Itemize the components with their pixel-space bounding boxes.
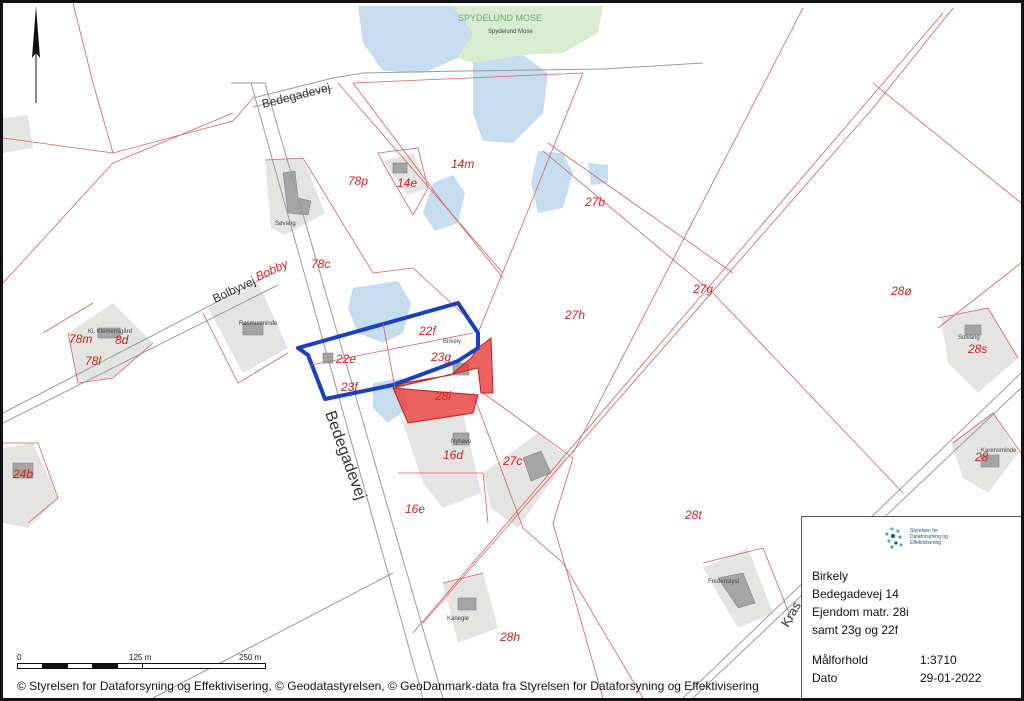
parcel-label: 78c: [311, 257, 330, 271]
agency-logo-icon: [885, 527, 903, 549]
north-arrow-icon: [32, 6, 40, 103]
place-label: Birkely: [443, 339, 461, 345]
scale-label-0: 0: [17, 653, 22, 662]
parcel-label: 28ø: [890, 284, 912, 298]
place-label: Søvang: [275, 221, 296, 227]
parcel-label: 28i: [434, 389, 451, 403]
scale-segment-5: [117, 663, 143, 669]
parcel-label: 14e: [397, 176, 417, 190]
parcel-label: 28h: [499, 630, 520, 644]
scale-segment-4: [92, 663, 118, 669]
copyright-text: © Styrelsen for Dataforsyning og Effekti…: [17, 679, 759, 693]
scale-segment-6: [142, 663, 266, 669]
parcel-label: 27b: [584, 195, 605, 209]
place-label: Karensminde: [981, 448, 1017, 454]
parcel-label: 28s: [967, 342, 987, 356]
scale-label-125: 125 m: [129, 653, 152, 662]
nature-area-small-label: Spydelund Mose: [488, 29, 533, 35]
scale-segment-1: [17, 663, 43, 669]
nature-area-label: SPYDELUND MOSE: [458, 13, 542, 23]
info-panel: Styrelsen for Dataforsyning og Effektivi…: [801, 516, 1021, 698]
scale-label-250: 250 m: [239, 653, 262, 662]
place-label: Kanegle: [447, 616, 470, 622]
place-label: Rasmusminde: [239, 321, 278, 327]
parcel-label: 22e: [335, 352, 356, 366]
parcel-label: 16e: [405, 502, 425, 516]
info-date-value: 29-01-2022: [920, 671, 982, 685]
info-scale-value: 1:3710: [920, 653, 957, 667]
road-label-north: Bedegadevej: [260, 80, 331, 111]
parcel-label: 78l: [85, 354, 101, 368]
parcel-label: 23f: [340, 380, 359, 394]
scale-segment-2: [42, 663, 68, 669]
place-label: Fredenslyst: [708, 579, 739, 585]
parcel-label: 27h: [564, 308, 585, 322]
place-label: Solvang: [958, 335, 980, 341]
parcel-label: 28t: [684, 508, 702, 522]
road-label-west-suffix: Bobby: [253, 256, 291, 283]
scale-segment-3: [67, 663, 93, 669]
parcel-label: 24b: [12, 467, 33, 481]
info-address: Bedegadevej 14: [812, 587, 899, 601]
parcel-label: 27g: [692, 282, 713, 296]
parcel-label: 16d: [443, 448, 463, 462]
info-date-label: Dato: [812, 671, 838, 685]
road-label-main: Bedegadevej: [321, 409, 369, 503]
place-label: Nyhave: [451, 439, 472, 445]
parcel-label: 22f: [418, 324, 437, 338]
info-scale-label: Målforhold: [812, 653, 869, 667]
info-property: Ejendom matr. 28i: [812, 605, 909, 619]
scale-bar: 0 125 m 250 m: [17, 653, 269, 675]
agency-logo-text: Styrelsen for Dataforsyning og Effektivi…: [910, 528, 948, 546]
parcel-label: 8d: [115, 333, 129, 347]
parcel-label: 14m: [451, 157, 474, 171]
parcel-label: 23g: [430, 350, 451, 364]
parcel-label: 78p: [348, 174, 368, 188]
parcel-label: 27c: [502, 454, 522, 468]
place-label: Kl. Klemensgård: [88, 328, 132, 335]
info-title: Birkely: [812, 569, 849, 583]
info-also: samt 23g og 22f: [812, 623, 899, 637]
map-frame: Bedegadevej Bolbyvej Bobby Bedegadevej K…: [0, 0, 1024, 701]
